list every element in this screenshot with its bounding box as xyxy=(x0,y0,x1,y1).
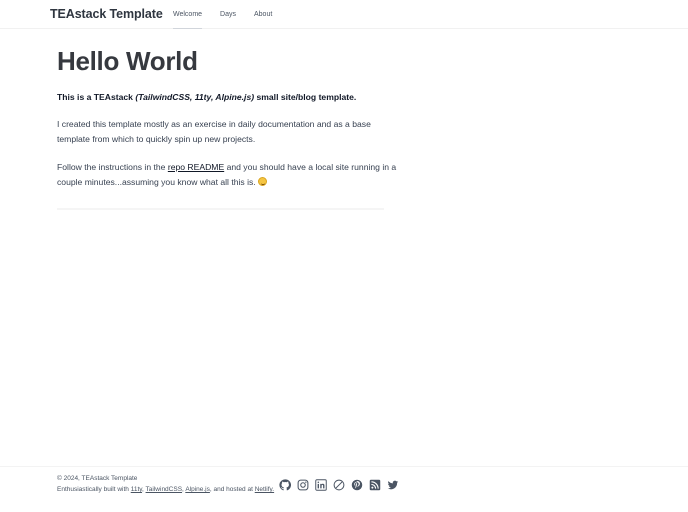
intro-prefix: This is a TEAstack xyxy=(57,92,133,102)
built-prefix: Enthusiastically built with xyxy=(57,486,129,493)
hosted-text: , and hosted at xyxy=(209,486,253,493)
main-nav: Welcome Days About xyxy=(173,11,272,29)
twitter-icon[interactable] xyxy=(387,479,399,491)
compass-icon[interactable] xyxy=(333,479,345,491)
instagram-icon[interactable] xyxy=(297,479,309,491)
site-footer: © 2024, TEAstack Template Enthusiastical… xyxy=(0,466,688,512)
footer-link-tailwindcss[interactable]: TailwindCSS xyxy=(146,486,183,493)
nav-link-about[interactable]: About xyxy=(254,11,272,29)
copyright-text: © 2024, TEAstack Template xyxy=(57,475,138,482)
main-content: Hello World This is a TEAstack (Tailwind… xyxy=(57,45,397,189)
footer-link-netlify[interactable]: Netlify. xyxy=(255,486,274,493)
intro-suffix: small site/blog template. xyxy=(256,92,357,102)
intro-text: This is a TEAstack (TailwindCSS, 11ty, A… xyxy=(57,91,397,103)
description-paragraph: I created this template mostly as an exe… xyxy=(57,119,371,144)
footer-link-alpinejs[interactable]: Alpine.js xyxy=(185,486,210,493)
linkedin-icon[interactable] xyxy=(315,479,327,491)
nav-link-welcome[interactable]: Welcome xyxy=(173,11,203,29)
github-icon[interactable] xyxy=(279,479,291,491)
footer-link-11ty[interactable]: 11ty xyxy=(131,486,142,493)
site-brand-link[interactable]: TEAstack Template xyxy=(50,7,163,21)
pinterest-icon[interactable] xyxy=(351,479,363,491)
instructions-paragraph: Follow the instructions in the repo READ… xyxy=(57,160,397,189)
nav-link-days[interactable]: Days xyxy=(220,11,236,29)
site-header: TEAstack Template Welcome Days About xyxy=(0,0,688,29)
social-icons xyxy=(279,479,399,491)
instructions-prefix: Follow the instructions in the xyxy=(57,162,166,172)
content-divider xyxy=(57,208,384,210)
repo-readme-link[interactable]: repo README xyxy=(168,162,224,172)
rss-icon[interactable] xyxy=(369,479,381,491)
grinning-emoji-icon xyxy=(258,176,268,186)
built-with-text: Enthusiastically built with 11ty, Tailwi… xyxy=(57,486,275,493)
intro-tech-stack: (TailwindCSS, 11ty, Alpine.js) xyxy=(135,92,255,102)
page-title: Hello World xyxy=(57,46,198,76)
